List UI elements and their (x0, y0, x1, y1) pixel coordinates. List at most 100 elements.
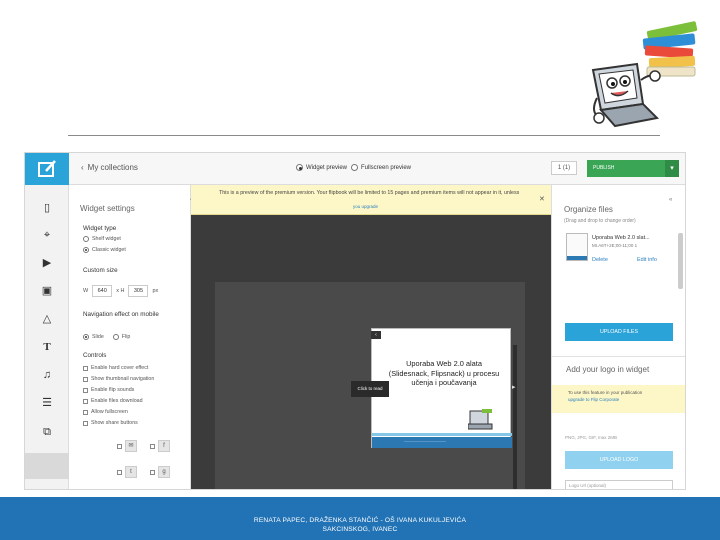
page-icon[interactable]: ▯ (40, 201, 54, 215)
width-label: W (83, 288, 89, 294)
publish-button[interactable]: PUBLISH (587, 160, 665, 177)
checkbox[interactable] (83, 365, 88, 371)
widget-type-heading: Widget type (83, 225, 117, 232)
google-plus-share-icon[interactable]: g (158, 466, 170, 478)
text-icon[interactable]: T (40, 340, 54, 354)
logo-format-hint: PNG, JPG, GIF, max 2MB (565, 435, 618, 440)
checkbox[interactable] (150, 469, 155, 475)
checkbox[interactable] (150, 443, 155, 449)
selected-tool-highlight (25, 453, 69, 479)
footer-line: ———————————— (404, 439, 446, 443)
facebook-share-icon[interactable]: f (158, 440, 170, 452)
widget-frame-edge (513, 345, 517, 489)
classic-widget-label: Classic widget (92, 247, 126, 253)
premium-notice-banner: This is a preview of the premium version… (191, 185, 551, 215)
embed-widget-icon[interactable]: ⧉ (40, 425, 54, 439)
classic-widget-option[interactable]: Classic widget (83, 247, 126, 253)
control-flip-sounds[interactable]: Enable flip sounds (83, 387, 134, 393)
laptop-icon (591, 62, 661, 128)
book-title: Uporaba Web 2.0 alata (Slidesnack, Flips… (388, 359, 500, 387)
slide-footer: RENATA PAPEC, DRAŽENKA STANČIĆ - OŠ IVAN… (0, 497, 720, 540)
shelf-widget-radio[interactable] (83, 236, 89, 242)
thumbnail-stripe (567, 256, 587, 260)
control-files-download[interactable]: Enable files download (83, 398, 143, 404)
video-icon[interactable]: ▶ (40, 256, 54, 270)
image-icon[interactable]: ▣ (40, 284, 54, 298)
checkbox[interactable] (83, 376, 88, 382)
footer-authors: RENATA PAPEC, DRAŽENKA STANČIĆ - OŠ IVAN… (0, 516, 720, 534)
widget-preview-label: Widget preview (306, 164, 348, 171)
controls-heading: Controls (83, 352, 107, 359)
control-label: Enable hard cover effect (91, 365, 149, 371)
control-label: Enable files download (91, 398, 143, 404)
cartoon-laptop-icon (468, 409, 493, 430)
shapes-icon[interactable]: △ (40, 312, 54, 326)
control-share-buttons[interactable]: Show share buttons (83, 420, 138, 426)
panel-divider (552, 356, 685, 357)
shelf-widget-label: Shelf widget (92, 236, 121, 242)
publish-dropdown-caret-icon[interactable]: ▾ (665, 160, 679, 177)
checkbox[interactable] (83, 420, 88, 426)
upload-files-button[interactable]: UPLOAD FILES (565, 323, 673, 341)
upload-logo-button[interactable]: UPLOAD LOGO (565, 451, 673, 469)
width-input[interactable]: 640 (92, 285, 113, 297)
control-label: Allow fullscreen (91, 409, 128, 415)
add-logo-title: Add your logo in widget (566, 365, 650, 374)
cover-footer: ———————————— (372, 437, 512, 448)
files-scrollbar[interactable] (678, 233, 683, 289)
nav-flip-radio[interactable] (112, 334, 119, 340)
collapse-right-icon[interactable]: « (669, 197, 672, 203)
classic-widget-radio[interactable] (83, 247, 89, 253)
widget-preview-option[interactable]: Widget preview (296, 164, 347, 171)
app-logo[interactable] (25, 153, 69, 185)
edit-info-link[interactable]: Edit info (637, 257, 657, 263)
logo-url-input[interactable]: Logo Url (optional) (565, 480, 673, 489)
audio-icon[interactable]: ♫ (40, 368, 54, 382)
custom-size-heading: Custom size (83, 267, 118, 274)
flipbook-cover[interactable]: Uporaba Web 2.0 alata (Slidesnack, Flips… (371, 328, 512, 448)
checkbox[interactable] (83, 409, 88, 415)
nav-slide-radio[interactable] (83, 334, 89, 340)
widget-settings-panel: Widget settings « Widget type Shelf widg… (69, 185, 211, 489)
twitter-share-icon[interactable]: t (125, 466, 137, 478)
email-share-icon[interactable]: ✉ (125, 440, 137, 452)
logo-note-text: To use this feature in your publication (568, 390, 643, 395)
back-to-collections[interactable]: ‹ My collections (81, 163, 138, 172)
premium-notice-text: This is a preview of the premium version… (219, 190, 520, 196)
left-toolbar: ▯ ⌖ ▶ ▣ △ T ♫ ☰ ⧉ (25, 185, 69, 489)
page-number-field[interactable]: 1 (1) (551, 161, 577, 175)
control-hard-cover[interactable]: Enable hard cover effect (83, 365, 148, 371)
height-input[interactable]: 305 (128, 285, 149, 297)
organize-files-panel: Organize files « (Drag and drop to chang… (551, 185, 685, 489)
delete-file-link[interactable]: Delete (592, 257, 608, 263)
fullscreen-preview-radio[interactable] (351, 164, 358, 171)
cover-stripe (372, 433, 512, 436)
link-cursor-icon[interactable]: ⌖ (40, 228, 54, 242)
custom-size-row: W 640 x H 305 px (83, 285, 158, 297)
control-allow-fullscreen[interactable]: Allow fullscreen (83, 409, 128, 415)
close-icon[interactable]: ✕ (539, 195, 545, 203)
checkbox[interactable] (83, 398, 88, 404)
upgrade-link[interactable]: you upgrade (353, 204, 378, 209)
click-to-read-button[interactable]: Click to read (351, 381, 389, 397)
file-thumbnail[interactable] (566, 233, 588, 261)
flipbook-share-icon[interactable]: ‹ (371, 331, 381, 339)
next-page-icon[interactable]: ▸ (512, 383, 516, 391)
widget-settings-title: Widget settings (80, 204, 135, 213)
checkbox[interactable] (117, 469, 122, 475)
fullscreen-preview-label: Fullscreen preview (361, 164, 412, 171)
slide: ‹ My collections Widget preview Fullscree… (0, 0, 720, 540)
shelf-widget-option[interactable]: Shelf widget (83, 236, 121, 242)
top-bar: ‹ My collections Widget preview Fullscree… (25, 153, 685, 185)
fullscreen-preview-option[interactable]: Fullscreen preview (351, 164, 411, 171)
logo-upgrade-link[interactable]: upgrade to Flip Corporate (568, 397, 619, 402)
share-row-1: ✉ f (117, 440, 170, 452)
control-thumbnail-navigation[interactable]: Show thumbnail navigation (83, 376, 154, 382)
nav-slide-label: Slide (92, 334, 104, 340)
checkbox[interactable] (83, 387, 88, 393)
table-of-contents-icon[interactable]: ☰ (40, 396, 54, 410)
checkbox[interactable] (117, 443, 122, 449)
widget-preview-radio[interactable] (296, 164, 303, 171)
chevron-left-icon: ‹ (81, 163, 84, 172)
share-row-2: t g (117, 466, 170, 478)
